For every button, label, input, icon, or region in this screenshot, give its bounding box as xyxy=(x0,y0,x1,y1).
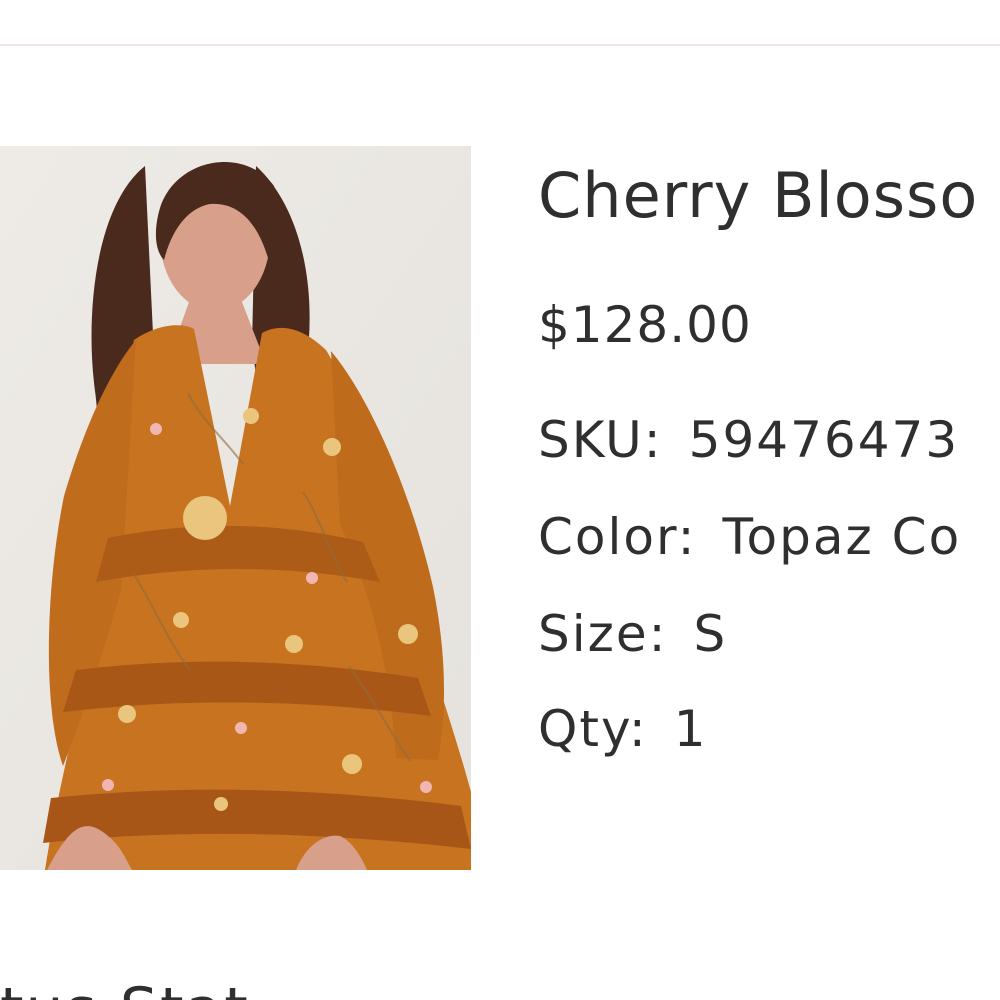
sku-value: 59476473 xyxy=(688,411,960,469)
sku-row: SKU: 59476473 xyxy=(538,408,959,472)
product-info: Cherry Blosso $128.00 SKU: 59476473 Color… xyxy=(538,0,1000,1000)
qty-value: 1 xyxy=(673,700,708,758)
qty-row: Qty: 1 xyxy=(538,697,708,761)
product-image[interactable] xyxy=(0,146,471,870)
sku-label: SKU: xyxy=(538,411,663,469)
size-label: Size: xyxy=(538,605,668,663)
size-value: S xyxy=(693,605,728,663)
product-detail-page: Cherry Blosso $128.00 SKU: 59476473 Color… xyxy=(0,0,1000,1000)
color-label: Color: xyxy=(538,508,697,566)
bottom-partial-text: tus Stat xyxy=(0,975,1000,1000)
qty-label: Qty: xyxy=(538,700,648,758)
product-price: $128.00 xyxy=(538,296,752,354)
color-row: Color: Topaz Co xyxy=(538,505,961,569)
size-row: Size: S xyxy=(538,602,727,666)
color-value: Topaz Co xyxy=(722,508,962,566)
product-title[interactable]: Cherry Blosso xyxy=(538,158,978,234)
dress-illustration xyxy=(0,146,471,870)
